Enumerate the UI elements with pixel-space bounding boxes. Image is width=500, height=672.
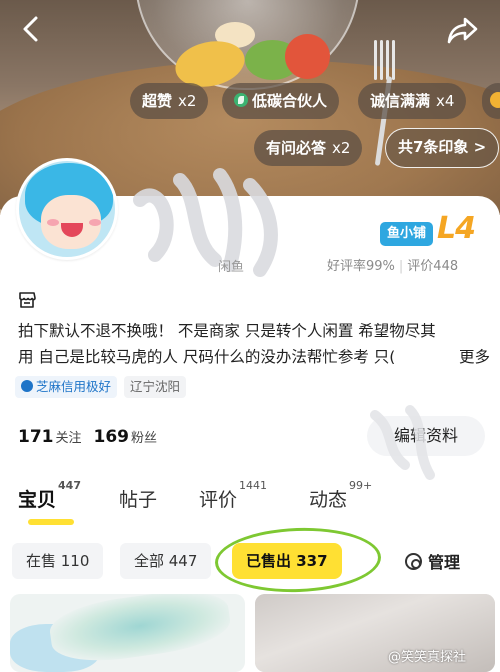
impressions-button[interactable]: 共7条印象 > xyxy=(385,128,500,168)
redaction-scribble xyxy=(133,168,278,277)
sesame-credit-icon xyxy=(21,380,33,392)
following-count: 171 xyxy=(18,427,54,447)
tab-posts[interactable]: 帖子 xyxy=(119,485,157,512)
watermark: @笑笑真探社 xyxy=(388,650,467,665)
product-card[interactable] xyxy=(10,594,245,672)
good-rate: 好评率99% xyxy=(327,259,395,274)
bio-line: 用 自己是比较马虎的人 尺码什么的没办法帮忙参考 只( 更多 xyxy=(18,344,490,370)
tab-label: 评价 xyxy=(199,489,238,511)
bio-more-link[interactable]: 更多 xyxy=(454,344,490,370)
bio-line: 拍下默认不退不换哦！ 不是商家 只是转个人闲置 希望物尽其 xyxy=(18,322,436,340)
rating-summary[interactable]: 好评率99% | 评价448 xyxy=(327,255,458,274)
followers-label: 粉丝 xyxy=(131,431,158,446)
badge-count: x2 xyxy=(178,92,197,110)
leaf-icon xyxy=(234,93,248,107)
share-icon[interactable] xyxy=(446,14,480,46)
badge-label: 超赞 xyxy=(142,92,173,110)
shop-badge[interactable]: 鱼小铺 xyxy=(380,222,434,246)
bio: 拍下默认不退不换哦！ 不是商家 只是转个人闲置 希望物尽其 用 自己是比较马虎的… xyxy=(18,318,490,370)
badge-super-like[interactable]: 超赞 x2 xyxy=(130,83,209,119)
back-arrow-icon[interactable] xyxy=(18,14,46,44)
profile-tags: 芝麻信用极好 辽宁沈阳 xyxy=(15,376,187,398)
following-stat[interactable]: 171 关注 xyxy=(18,427,82,447)
settings-icon xyxy=(405,553,422,570)
credit-label: 芝麻信用极好 xyxy=(36,379,112,394)
tab-reviews[interactable]: 评价1441 xyxy=(199,479,267,512)
tab-label: 宝贝 xyxy=(18,489,57,511)
badge-medal-icon xyxy=(490,92,500,108)
tab-activity[interactable]: 动态99+ xyxy=(309,479,372,512)
tab-items[interactable]: 宝贝447 xyxy=(18,479,81,525)
tab-label: 帖子 xyxy=(118,489,157,511)
review-count: 评价448 xyxy=(407,259,459,274)
avatar[interactable] xyxy=(16,158,118,260)
app-tag: 闲鱼 xyxy=(218,260,245,275)
manage-label: 管理 xyxy=(428,553,461,572)
tab-count: 447 xyxy=(58,478,81,492)
impressions-label: 共7条印象 > xyxy=(398,138,487,156)
shop-level: L4 xyxy=(437,211,476,246)
manage-button[interactable]: 管理 xyxy=(405,549,460,573)
badge-label: 诚信满满 xyxy=(370,92,431,110)
content-tabs: 宝贝447 帖子 评价1441 动态99+ xyxy=(18,479,414,525)
store-icon xyxy=(18,292,36,308)
followers-count: 169 xyxy=(93,427,130,447)
bio-line-text: 用 自己是比较马虎的人 尺码什么的没办法帮忙参考 只( xyxy=(18,348,396,366)
cover-fruit xyxy=(285,34,330,79)
badge-count: x2 xyxy=(332,139,351,157)
badge-honest[interactable]: 诚信满满 x4 xyxy=(358,83,467,119)
location-tag: 辽宁沈阳 xyxy=(124,376,187,398)
redaction-scribble xyxy=(370,405,435,480)
badge-label: 低碳合伙人 xyxy=(252,92,328,110)
badge-label: 有问必答 xyxy=(266,139,327,157)
tab-count: 99+ xyxy=(349,478,373,492)
followers-stat[interactable]: 169 粉丝 xyxy=(94,427,158,447)
tab-count: 1441 xyxy=(239,478,268,492)
tab-label: 动态 xyxy=(309,489,348,511)
filter-on-sale[interactable]: 在售 110 xyxy=(12,543,104,579)
badge-count: x4 xyxy=(436,92,455,110)
credit-tag[interactable]: 芝麻信用极好 xyxy=(15,376,118,398)
follow-stats: 171 关注 169 粉丝 xyxy=(18,427,157,447)
following-label: 关注 xyxy=(55,431,82,446)
badge-low-carbon[interactable]: 低碳合伙人 xyxy=(222,83,340,119)
filter-all[interactable]: 全部 447 xyxy=(120,543,212,579)
